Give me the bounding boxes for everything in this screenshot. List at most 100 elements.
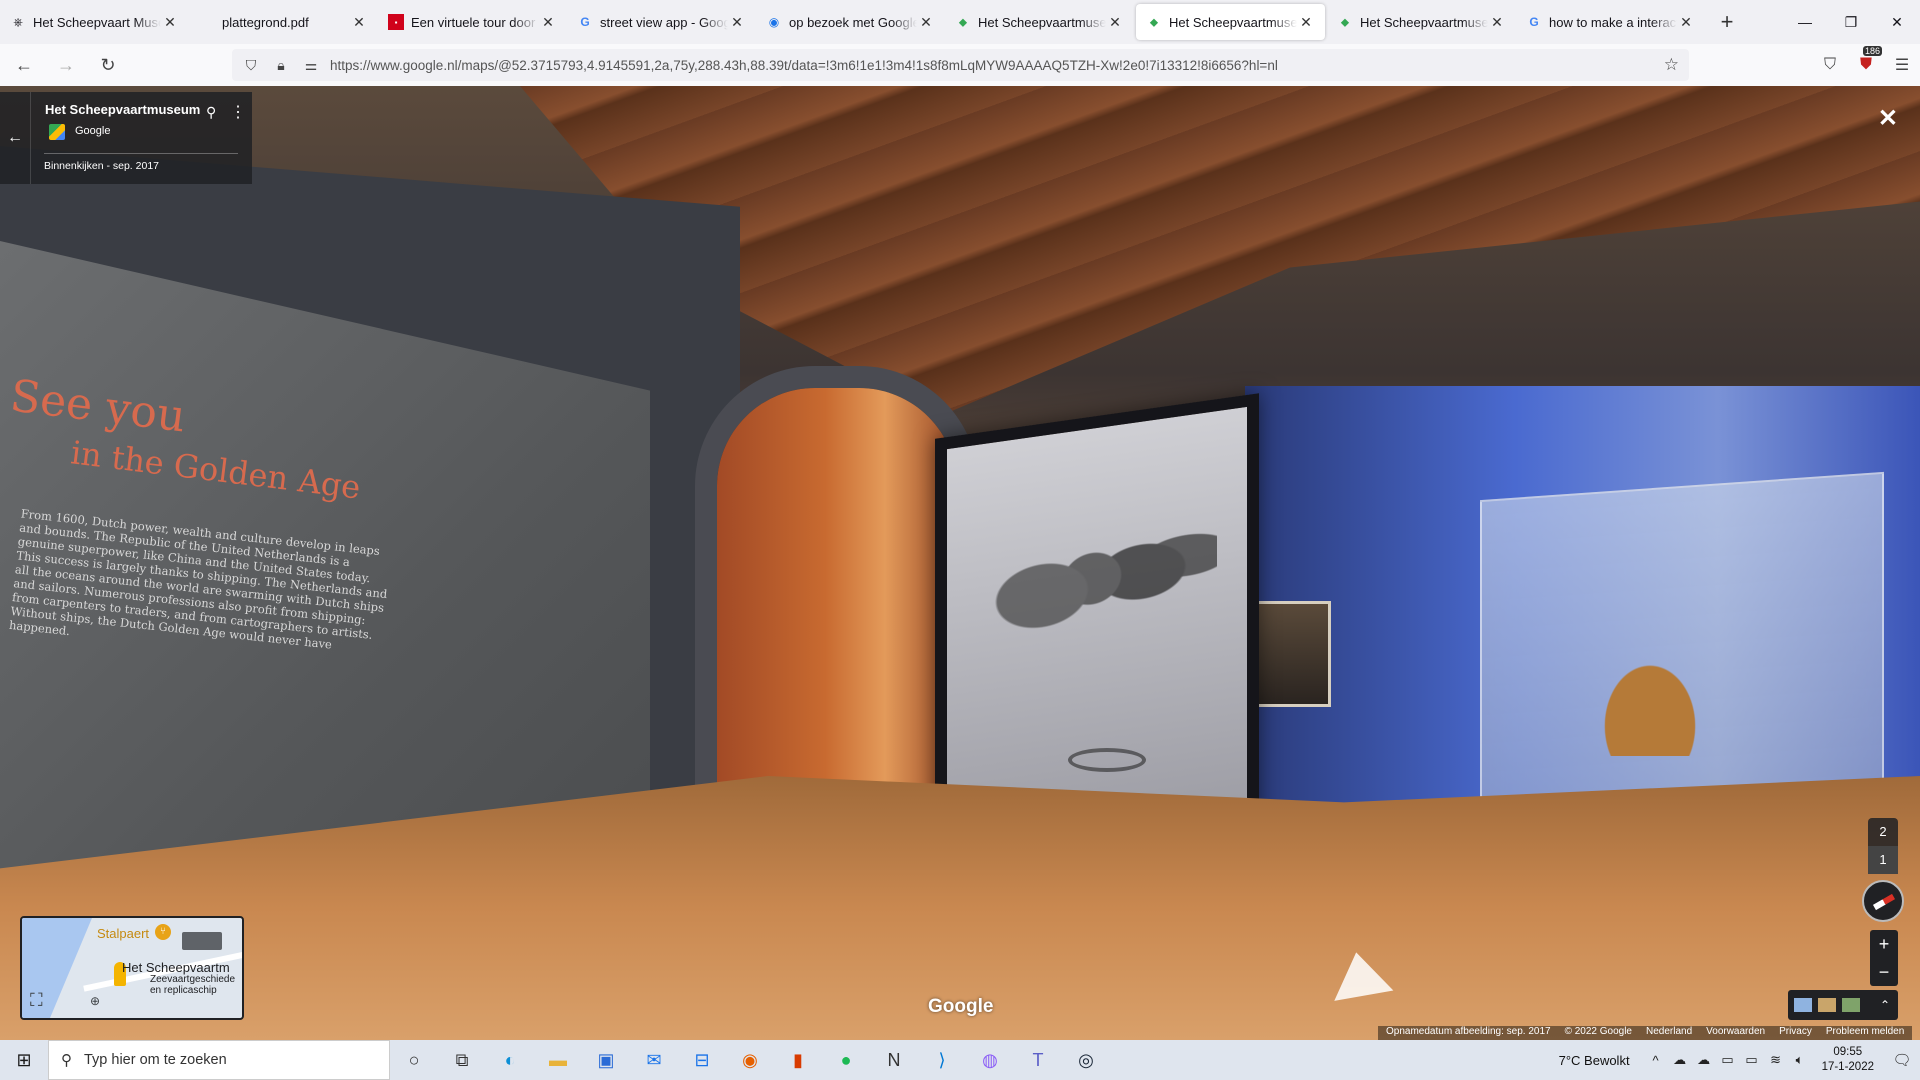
- office-icon[interactable]: ▮: [774, 1040, 822, 1080]
- tab-4[interactable]: Gstreet view app - Google ✕: [567, 0, 756, 44]
- zoom-out-button[interactable]: −: [1870, 958, 1898, 986]
- edge-icon[interactable]: ◐: [486, 1040, 534, 1080]
- imagery-strip[interactable]: ⌃: [1788, 990, 1898, 1020]
- teams-icon[interactable]: T: [1014, 1040, 1062, 1080]
- close-street-view-icon[interactable]: ✕: [1878, 104, 1898, 133]
- battery-icon[interactable]: ▭: [1740, 1052, 1764, 1068]
- report-problem-link[interactable]: Probleem melden: [1826, 1026, 1904, 1040]
- tab-3[interactable]: ▪ Een virtuele tour door m ✕: [378, 0, 567, 44]
- steam-icon[interactable]: ◎: [1062, 1040, 1110, 1080]
- extension-icon[interactable]: ⛊ 186: [1848, 46, 1884, 74]
- place-info-panel: ← Het Scheepvaartmuseum Google ⚲ ⋮ Binne…: [0, 92, 252, 184]
- tab-7-active[interactable]: ⬥Het Scheepvaartmuseum✕: [1136, 4, 1325, 40]
- tab-5[interactable]: ◉op bezoek met Google St✕: [756, 0, 945, 44]
- chevron-up-icon[interactable]: ⌃: [1880, 998, 1890, 1012]
- wifi-icon[interactable]: ≋: [1764, 1052, 1788, 1068]
- spotify-icon[interactable]: ●: [822, 1040, 870, 1080]
- navigation-cursor-ring[interactable]: [1068, 748, 1146, 772]
- thumbnail-1[interactable]: [1794, 998, 1812, 1012]
- close-icon[interactable]: ✕: [1106, 13, 1124, 31]
- search-placeholder: Typ hier om te zoeken: [84, 1052, 227, 1068]
- menu-hamburger-icon[interactable]: ☰: [1884, 55, 1920, 75]
- pocket-icon[interactable]: ⛉: [1812, 56, 1848, 74]
- windows-start-icon[interactable]: ⊞: [0, 1040, 48, 1080]
- street-view-panorama[interactable]: See you in the Golden Age From 1600, Dut…: [0, 86, 1920, 1040]
- thumbnail-2[interactable]: [1818, 998, 1836, 1012]
- chevron-up-icon[interactable]: ^: [1644, 1053, 1668, 1068]
- tab-1[interactable]: ⎈Het Scheepvaart Museum✕: [0, 0, 189, 44]
- tab-9[interactable]: Ghow to make a interactiv ✕: [1516, 0, 1705, 44]
- mail-icon[interactable]: ✉: [630, 1040, 678, 1080]
- terms-link[interactable]: Voorwaarden: [1706, 1026, 1765, 1040]
- app-icon[interactable]: ⊟: [678, 1040, 726, 1080]
- lock-icon[interactable]: 🔒︎: [270, 57, 292, 74]
- task-view-icon[interactable]: ⧉: [438, 1040, 486, 1080]
- capture-date[interactable]: Binnenkijken - sep. 2017: [44, 160, 159, 172]
- new-tab-button[interactable]: +: [1709, 9, 1745, 35]
- source-label: Google: [75, 125, 111, 137]
- toolbar-right: ⛉ ⛊ 186 ☰: [1812, 44, 1920, 86]
- restore-icon[interactable]: ❐: [1828, 0, 1874, 44]
- firefox-icon[interactable]: ◉: [726, 1040, 774, 1080]
- compass-needle: [1872, 893, 1896, 911]
- forward-arrow-icon[interactable]: →: [48, 47, 84, 83]
- close-icon[interactable]: ✕: [917, 13, 935, 31]
- compass-icon[interactable]: [1862, 880, 1904, 922]
- close-icon[interactable]: ✕: [728, 13, 746, 31]
- monitor-icon[interactable]: ▭: [1716, 1052, 1740, 1068]
- file-explorer-icon[interactable]: ▬: [534, 1040, 582, 1080]
- reload-icon[interactable]: ↻: [90, 47, 126, 83]
- clock[interactable]: 09:55 17-1-2022: [1822, 1045, 1874, 1075]
- map-label-museum: Het Scheepvaartm: [122, 960, 230, 975]
- cortana-icon[interactable]: ○: [390, 1040, 438, 1080]
- more-options-icon[interactable]: ⋮: [230, 102, 246, 122]
- restaurant-marker-icon[interactable]: ⑂: [155, 924, 171, 940]
- location-pin-icon[interactable]: ⚲: [206, 104, 216, 121]
- tab-8[interactable]: ⬥Het Scheepvaartmuseum✕: [1327, 0, 1516, 44]
- cloud-icon[interactable]: ☁: [1692, 1052, 1716, 1068]
- permissions-icon[interactable]: ⚌: [300, 57, 322, 74]
- back-to-map-icon[interactable]: ←: [0, 92, 31, 184]
- globe-icon: ◉: [768, 15, 780, 29]
- maps-pin-icon: ⬥: [958, 14, 968, 29]
- minimize-icon[interactable]: —: [1782, 0, 1828, 44]
- floor-selector: 2 1: [1868, 818, 1898, 874]
- close-icon[interactable]: ✕: [1297, 13, 1315, 31]
- url-bar[interactable]: ⛉ 🔒︎ ⚌ https://www.google.nl/maps/@52.37…: [232, 49, 1689, 81]
- floor-1-button[interactable]: 1: [1868, 846, 1898, 874]
- zoom-in-button[interactable]: +: [1870, 930, 1898, 958]
- country-link[interactable]: Nederland: [1646, 1026, 1692, 1040]
- tab-6[interactable]: ⬥Het Scheepvaartmuseum✕: [945, 0, 1134, 44]
- weather-widget[interactable]: 7°C Bewolkt: [1559, 1053, 1630, 1068]
- tab-2[interactable]: plattegrond.pdf ✕: [189, 0, 378, 44]
- close-icon[interactable]: ✕: [1488, 13, 1506, 31]
- taskbar-search[interactable]: ⚲ Typ hier om te zoeken: [48, 1040, 390, 1080]
- divider: [44, 153, 238, 154]
- notion-icon[interactable]: N: [870, 1040, 918, 1080]
- bookmark-star-icon[interactable]: ☆: [1664, 55, 1679, 75]
- news-icon: ▪: [388, 14, 404, 30]
- onedrive-icon[interactable]: ☁: [1668, 1052, 1692, 1068]
- navigation-bar: ← → ↻ ⛉ 🔒︎ ⚌ https://www.google.nl/maps/…: [0, 44, 1920, 87]
- close-icon[interactable]: ✕: [161, 13, 179, 31]
- close-window-icon[interactable]: ✕: [1874, 0, 1920, 44]
- shield-icon[interactable]: ⛉: [240, 57, 262, 74]
- close-icon[interactable]: ✕: [1677, 13, 1695, 31]
- thumbnail-3[interactable]: [1842, 998, 1860, 1012]
- building-icon: [182, 932, 222, 950]
- close-icon[interactable]: ✕: [350, 13, 368, 31]
- privacy-link[interactable]: Privacy: [1779, 1026, 1812, 1040]
- floor-2-button[interactable]: 2: [1868, 818, 1898, 846]
- store-icon[interactable]: ▣: [582, 1040, 630, 1080]
- url-text[interactable]: https://www.google.nl/maps/@52.3715793,4…: [330, 58, 1278, 73]
- map-label-museum-sub: Zeevaartgeschiede en replicaschip: [150, 974, 236, 996]
- back-arrow-icon[interactable]: ←: [6, 47, 42, 83]
- expand-map-icon[interactable]: ⛶: [30, 990, 43, 1011]
- chat-icon[interactable]: ◍: [966, 1040, 1014, 1080]
- notification-icon[interactable]: 🗨︎: [1884, 1051, 1920, 1069]
- close-icon[interactable]: ✕: [539, 13, 557, 31]
- volume-icon[interactable]: 🔈︎: [1788, 1052, 1812, 1068]
- minimap[interactable]: Stalpaert ⑂ Het Scheepvaartm Zeevaartges…: [20, 916, 244, 1020]
- map-label-stalpaert: Stalpaert: [97, 926, 150, 941]
- vscode-icon[interactable]: ⟩: [918, 1040, 966, 1080]
